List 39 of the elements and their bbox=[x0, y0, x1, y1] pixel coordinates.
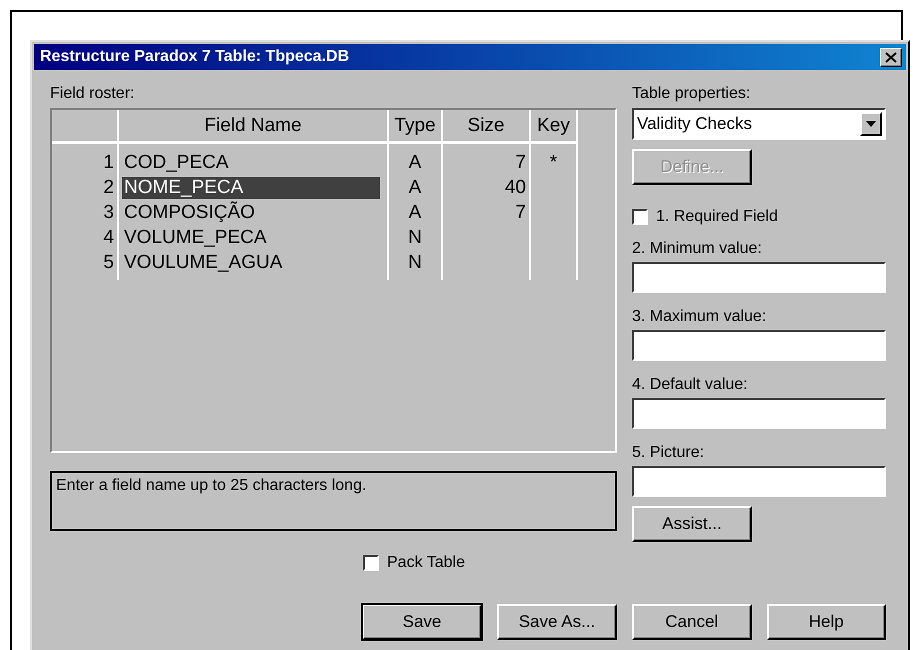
field-label: 5. Picture: bbox=[632, 443, 706, 463]
assist-button[interactable]: Assist... bbox=[632, 506, 752, 542]
dialog-button[interactable]: Cancel bbox=[632, 604, 752, 640]
row-number: 4 bbox=[103, 226, 114, 248]
required-field-label: 1. Required Field bbox=[656, 207, 778, 227]
row-number: 3 bbox=[103, 202, 114, 224]
column-header[interactable]: Size bbox=[443, 110, 531, 144]
key-cell: * bbox=[550, 152, 558, 174]
field-roster-label: Field roster: bbox=[50, 84, 136, 104]
column-header[interactable]: Key bbox=[531, 110, 578, 144]
column-header[interactable]: Field Name bbox=[119, 110, 389, 144]
dialog-button[interactable]: Save bbox=[362, 604, 482, 640]
size-cell: 7 bbox=[515, 152, 526, 174]
dialog-button[interactable]: Save As... bbox=[497, 604, 617, 640]
table-properties-dropdown[interactable]: Validity Checks bbox=[632, 108, 886, 140]
type-cell: N bbox=[408, 226, 422, 248]
window-title: Restructure Paradox 7 Table: Tbpeca.DB bbox=[40, 48, 350, 66]
field-label: 4. Default value: bbox=[632, 375, 749, 395]
field-name-cell[interactable]: COMPOSIÇÃO bbox=[122, 202, 380, 224]
column-header[interactable]: Type bbox=[389, 110, 443, 144]
row-number: 1 bbox=[103, 152, 114, 174]
field-label: 2. Minimum value: bbox=[632, 239, 763, 259]
type-cell: N bbox=[408, 252, 422, 274]
type-cell: A bbox=[408, 152, 422, 174]
field-name-cell[interactable]: VOLUME_PECA bbox=[122, 226, 380, 248]
pack-table-label: Pack Table bbox=[387, 553, 465, 573]
dialog-button[interactable]: Help bbox=[766, 604, 886, 640]
field-label: 3. Maximum value: bbox=[632, 307, 768, 327]
row-number: 2 bbox=[103, 176, 114, 198]
row-number: 5 bbox=[103, 252, 114, 274]
table-properties-label: Table properties: bbox=[632, 84, 752, 104]
hint-text: Enter a field name up to 25 characters long. bbox=[50, 471, 617, 531]
size-cell: 40 bbox=[504, 176, 526, 198]
field-name-cell[interactable]: NOME_PECA bbox=[122, 176, 380, 198]
type-cell: A bbox=[408, 202, 422, 224]
field-name-cell[interactable]: VOULUME_AGUA bbox=[122, 252, 380, 274]
size-cell: 7 bbox=[515, 202, 526, 224]
type-cell: A bbox=[408, 176, 422, 198]
field-name-cell[interactable]: COD_PECA bbox=[122, 152, 380, 174]
